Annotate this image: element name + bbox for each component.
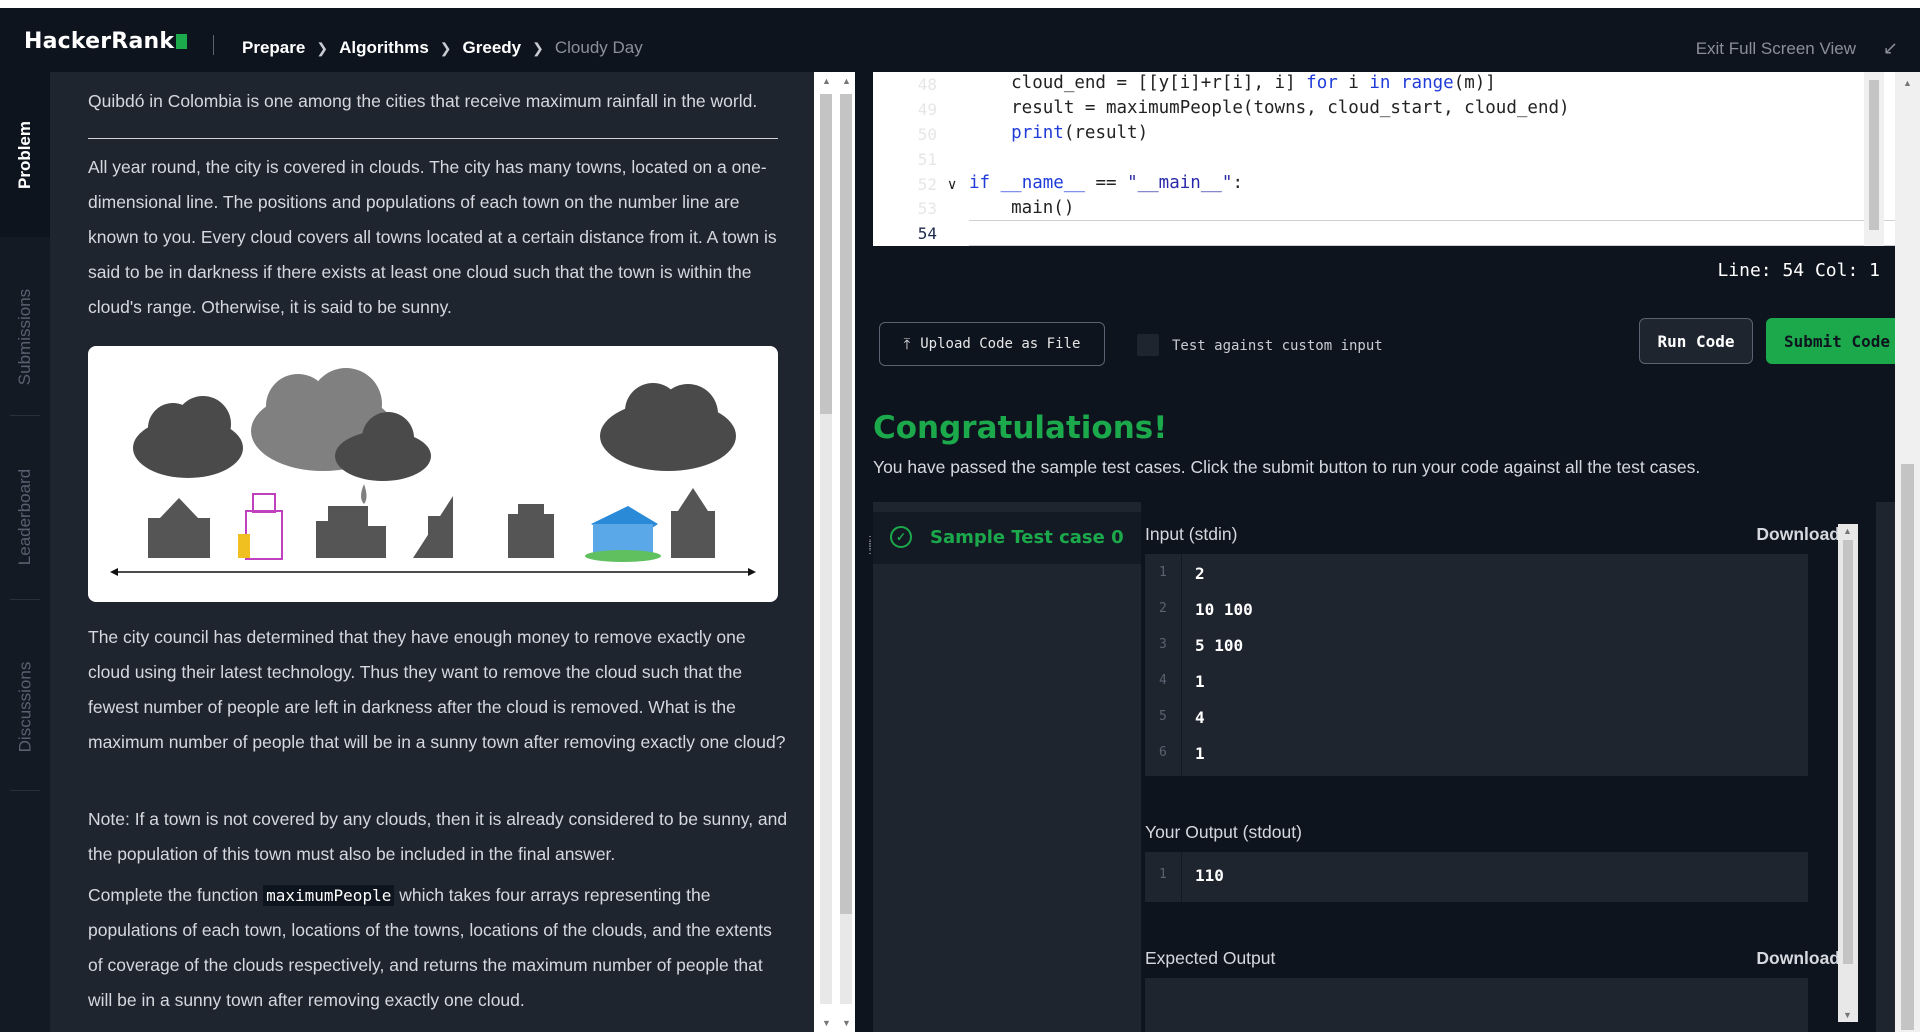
code-editor[interactable]: 48 49 50 51 52 53 54 cloud_end = [[y[i]+… [873,72,1896,246]
download-expected-link[interactable]: Download [1756,948,1840,969]
intro-divider [88,138,778,139]
input-line: 41 [1159,672,1205,691]
output-line: 1 110 [1159,866,1224,885]
congratulations-message: You have passed the sample test cases. C… [873,457,1701,477]
input-line: 61 [1159,744,1205,763]
download-input-link[interactable]: Download [1756,524,1840,545]
results-scrollbar[interactable]: ▲ ▼ [1838,524,1858,1022]
scroll-down-icon[interactable]: ▼ [842,1018,851,1028]
current-line-highlight [969,220,1896,246]
line-number-current: 54 [917,224,937,243]
exit-fullscreen-link[interactable]: Exit Full Screen View [1696,39,1856,59]
scroll-down-icon[interactable]: ▼ [1843,1010,1852,1020]
top-navigation-bar: HackerRank Prepare ❯ Algorithms ❯ Greedy… [0,8,1920,72]
page-scrollbar[interactable]: ▲ [1895,72,1920,1032]
tab-divider [10,790,40,791]
page-scroll-thumb[interactable] [1901,464,1914,1030]
submit-code-button[interactable]: Submit Code [1766,318,1908,364]
scroll-down-icon[interactable]: ▼ [822,1018,831,1028]
drag-handle-icon[interactable]: ⋮ ⋮ ⋮ [865,536,875,578]
problem-paragraph-1: All year round, the city is covered in c… [88,157,777,317]
tab-problem[interactable]: Problem [0,72,50,237]
editor-scroll-thumb[interactable] [1869,80,1879,230]
problem-paragraph-2: The city council has determined that the… [88,627,786,752]
line-number: 51 [917,150,937,169]
chevron-right-icon: ❯ [316,39,329,56]
output-title: Your Output (stdout) [1145,822,1302,842]
input-line: 54 [1159,708,1205,727]
input-box: 12 2 10 100 35 100 41 54 61 [1145,554,1808,776]
hackerrank-logo[interactable]: HackerRank [24,29,188,54]
code-line-53: main() [969,198,1075,218]
split-scrollbar[interactable]: ▲ ▼ [837,72,855,1032]
line-number: 48 [917,75,937,94]
function-name-code: maximumPeople [263,885,395,906]
problem-scroll-thumb[interactable] [820,94,832,414]
input-line: 35 100 [1159,636,1244,655]
tab-leaderboard[interactable]: Leaderboard [0,442,50,592]
upload-code-button[interactable]: ⤒ Upload Code as File [879,322,1105,366]
problem-paragraph-4: Complete the function maximumPeople whic… [88,885,772,1010]
upload-icon: ⤒ [903,335,911,353]
custom-input-checkbox[interactable] [1137,334,1159,356]
chevron-right-icon: ❯ [532,39,544,56]
editor-status-bar: Line: 54 Col: 1 [873,246,1896,292]
test-case-detail: Input (stdin) Download 12 2 10 100 35 100… [1141,502,1876,1032]
logo-square-icon [176,34,188,49]
line-number: 49 [917,100,937,119]
cursor-position: Line: 54 Col: 1 [1717,260,1880,281]
code-line-49: result = maximumPeople(towns, cloud_star… [969,98,1570,118]
side-tabs: Problem Submissions Leaderboard Discussi… [0,72,50,1032]
code-line-50: print(result) [1011,123,1149,143]
input-title: Input (stdin) [1145,524,1238,544]
line-number: 50 [917,125,937,144]
congratulations-heading: Congratulations! [873,410,1168,446]
chevron-right-icon: ❯ [439,39,452,56]
scroll-up-icon[interactable]: ▲ [1843,526,1852,536]
breadcrumb-current: Cloudy Day [554,38,643,57]
custom-input-label[interactable]: Test against custom input [1172,338,1383,354]
expected-output-title: Expected Output [1145,948,1276,968]
problem-intro: Quibdó in Colombia is one among the citi… [88,91,758,111]
breadcrumb: Prepare ❯ Algorithms ❯ Greedy ❯ Cloudy D… [242,38,643,58]
breadcrumb-algorithms[interactable]: Algorithms [339,38,429,58]
problem-note: Note: If a town is not covered by any cl… [88,809,788,864]
breadcrumb-prepare[interactable]: Prepare [242,38,305,58]
breadcrumb-greedy[interactable]: Greedy [463,38,522,58]
tab-divider [10,415,40,416]
check-circle-icon: ✓ [890,526,912,548]
scroll-up-icon[interactable]: ▲ [1903,78,1912,88]
tab-divider [10,599,40,600]
line-number: 52 [917,175,937,194]
code-and-results-panel: 48 49 50 51 52 53 54 cloud_end = [[y[i]+… [855,72,1908,1032]
fold-chevron-icon[interactable]: ∨ [947,176,957,193]
tab-submissions[interactable]: Submissions [0,262,50,412]
test-results: ⋮ ⋮ ⋮ ✓ Sample Test case 0 Input (stdin) D… [865,502,1896,1032]
problem-scrollbar[interactable]: ▲ ▼ [815,72,837,1032]
cloud-town-illustration [88,346,778,602]
run-code-button[interactable]: Run Code [1639,318,1753,364]
scroll-up-icon[interactable]: ▲ [822,76,831,86]
output-box: 1 110 [1145,852,1808,902]
tab-discussions[interactable]: Discussions [0,627,50,787]
input-line: 2 10 100 [1159,600,1253,619]
line-number: 53 [917,199,937,218]
problem-statement-panel: Quibdó in Colombia is one among the citi… [50,72,814,1032]
split-scroll-thumb[interactable] [840,94,852,914]
editor-scrollbar[interactable] [1864,72,1884,246]
code-line-52: if __name__ == "__main__": [969,173,1243,193]
test-case-item[interactable]: ✓ Sample Test case 0 [873,512,1141,564]
code-line-48: cloud_end = [[y[i]+r[i], i] for i in ran… [969,73,1496,93]
expected-output-box [1145,978,1808,1032]
collapse-icon[interactable]: ↙ [1883,38,1898,59]
test-case-list: ⋮ ⋮ ⋮ ✓ Sample Test case 0 [865,502,1141,1032]
test-case-label: Sample Test case 0 [930,527,1124,548]
editor-toolbar: ⤒ Upload Code as File Test against custom… [873,292,1908,392]
header-divider [213,35,214,55]
input-line: 12 [1159,564,1205,583]
scroll-up-icon[interactable]: ▲ [842,76,851,86]
clouds-and-towns-image [110,368,756,576]
results-scroll-thumb[interactable] [1843,540,1853,964]
editor-gutter: 48 49 50 51 52 53 54 [873,72,967,246]
